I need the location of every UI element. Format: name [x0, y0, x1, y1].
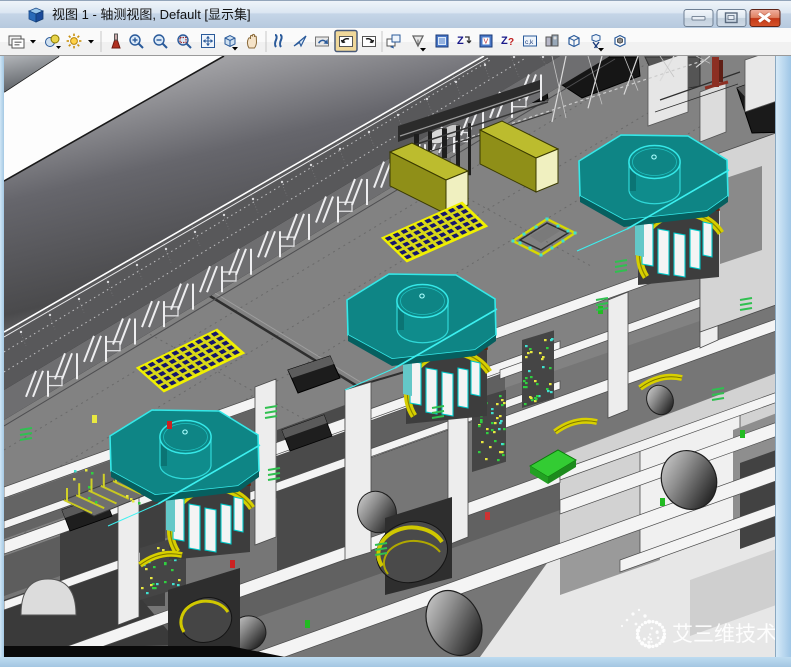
svg-text:V: V	[484, 39, 489, 46]
svg-text:视图 1 - 轴测视图, Default [显示集]: 视图 1 - 轴测视图, Default [显示集]	[52, 7, 251, 22]
svg-text:?: ?	[508, 37, 514, 48]
svg-text:c,k: c,k	[525, 39, 534, 46]
svg-text:Z: Z	[501, 35, 508, 47]
svg-text:艾三维技术: 艾三维技术	[672, 623, 777, 646]
svg-text:Z: Z	[457, 35, 464, 47]
